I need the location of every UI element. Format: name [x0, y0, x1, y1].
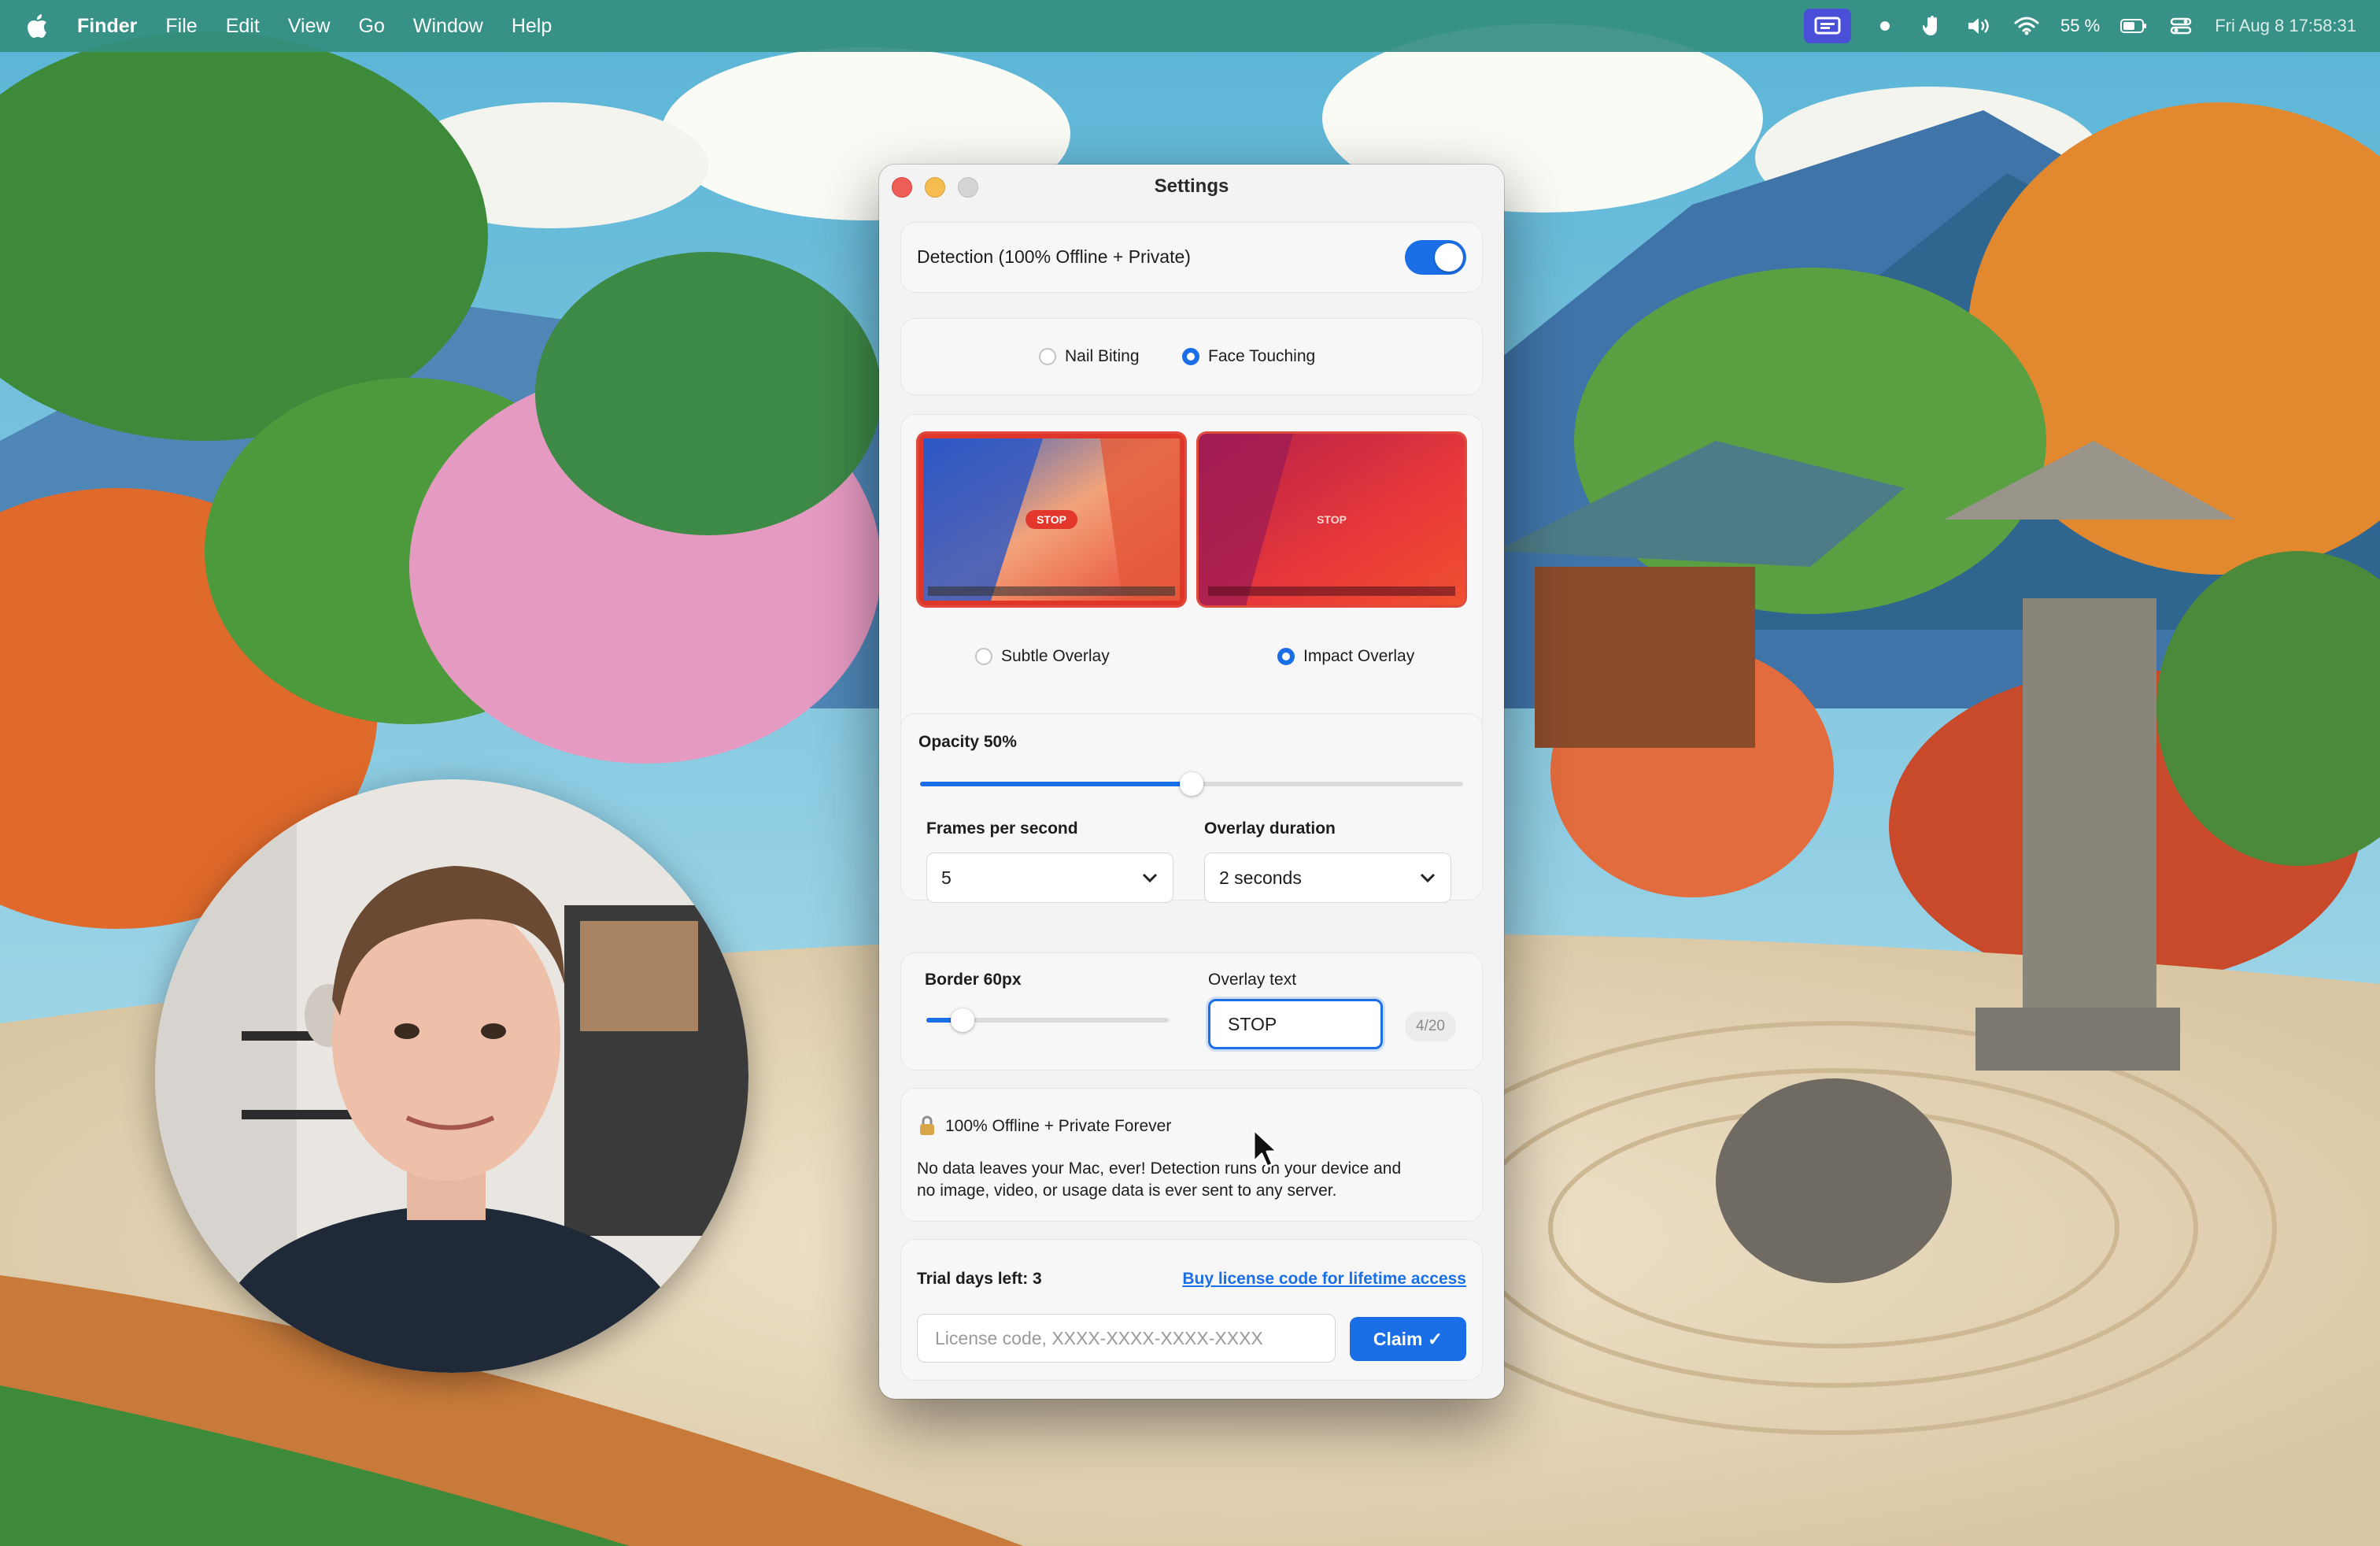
hand-icon[interactable] [1919, 14, 1946, 38]
window-titlebar[interactable]: Settings [879, 165, 1504, 209]
fps-value: 5 [941, 867, 952, 888]
cursor-icon [1252, 1128, 1279, 1168]
menu-view[interactable]: View [288, 15, 331, 38]
border-slider[interactable] [926, 1008, 1169, 1032]
fps-select[interactable]: 5 [926, 853, 1173, 903]
privacy-body-line2: no image, video, or usage data is ever s… [917, 1182, 1337, 1200]
appearance-card: Border 60px Overlay text 4/20 [901, 953, 1482, 1070]
chevron-down-icon [1420, 873, 1436, 883]
privacy-card: 100% Offline + Private Forever No data l… [901, 1089, 1482, 1221]
detection-toggle[interactable] [1405, 240, 1466, 275]
lock-icon [920, 1115, 934, 1135]
overlay-duration-value: 2 seconds [1219, 867, 1302, 888]
subtle-overlay-preview[interactable]: STOP [918, 434, 1184, 605]
subtle-preview-stop-text: STOP [1026, 510, 1077, 529]
apple-icon[interactable] [27, 13, 49, 39]
border-label: Border 60px [925, 971, 1022, 989]
impact-overlay-label[interactable]: Impact Overlay [1303, 647, 1414, 666]
detection-label: Detection (100% Offline + Private) [917, 246, 1191, 267]
settings-window: Settings Detection (100% Offline + Priva… [879, 165, 1504, 1399]
radio-subtle-overlay[interactable] [975, 648, 992, 665]
claim-button[interactable]: Claim ✓ [1350, 1317, 1466, 1361]
battery-percent: 55 % [2060, 16, 2101, 35]
border-slider-thumb[interactable] [951, 1008, 975, 1032]
webcam-video [155, 779, 748, 1373]
trial-days-label: Trial days left: 3 [917, 1270, 1042, 1288]
privacy-title: 100% Offline + Private Forever [945, 1117, 1172, 1135]
menu-help[interactable]: Help [512, 15, 552, 38]
window-title: Settings [1154, 176, 1229, 197]
privacy-body-line1: No data leaves your Mac, ever! Detection… [917, 1160, 1402, 1178]
mode-card: Nail Biting Face Touching [901, 319, 1482, 394]
impact-overlay-preview[interactable]: STOP [1199, 434, 1465, 605]
opacity-slider-fill [920, 782, 1192, 786]
radio-face-touching[interactable] [1182, 348, 1199, 365]
menu-bar: Finder File Edit View Go Window Help 55 … [0, 0, 2380, 52]
overlay-duration-select[interactable]: 2 seconds [1204, 853, 1451, 903]
overlay-text-input[interactable] [1208, 999, 1383, 1049]
close-button[interactable] [892, 177, 912, 198]
fps-label: Frames per second [926, 819, 1078, 838]
license-code-input[interactable] [917, 1314, 1336, 1363]
radio-impact-overlay[interactable] [1277, 648, 1295, 665]
menu-edit[interactable]: Edit [226, 15, 260, 38]
menu-app-name[interactable]: Finder [77, 15, 137, 38]
zoom-button[interactable] [958, 177, 978, 198]
wifi-icon[interactable] [2013, 14, 2040, 38]
record-dot-icon[interactable] [1872, 14, 1898, 38]
license-card: Trial days left: 3 Buy license code for … [901, 1240, 1482, 1380]
subtle-overlay-label[interactable]: Subtle Overlay [1001, 647, 1110, 666]
timing-card: Opacity 50% Frames per second 5 Overlay … [901, 714, 1482, 903]
overlay-duration-label: Overlay duration [1204, 819, 1336, 838]
overlay-text-counter: 4/20 [1405, 1012, 1456, 1041]
nail-biting-label[interactable]: Nail Biting [1065, 347, 1140, 366]
impact-preview-stop-text: STOP [1317, 513, 1347, 526]
buy-license-link[interactable]: Buy license code for lifetime access [1182, 1270, 1466, 1289]
chevron-down-icon [1142, 873, 1158, 883]
opacity-slider-thumb[interactable] [1180, 772, 1203, 796]
detection-card: Detection (100% Offline + Private) [901, 223, 1482, 292]
opacity-label: Opacity 50% [918, 733, 1017, 751]
minimize-button[interactable] [925, 177, 945, 198]
overlay-text-label: Overlay text [1208, 971, 1297, 989]
battery-icon[interactable] [2120, 14, 2147, 38]
webcam-bubble [155, 779, 748, 1373]
menu-go[interactable]: Go [359, 15, 385, 38]
screen-record-icon[interactable] [1804, 9, 1852, 43]
opacity-slider[interactable] [920, 772, 1463, 796]
menu-clock[interactable]: Fri Aug 8 17:58:31 [2215, 16, 2356, 36]
volume-icon[interactable] [1966, 14, 1993, 38]
menu-window[interactable]: Window [413, 15, 483, 38]
face-touching-label[interactable]: Face Touching [1208, 347, 1315, 366]
menu-file[interactable]: File [165, 15, 197, 38]
control-center-icon[interactable] [2168, 14, 2194, 38]
radio-nail-biting[interactable] [1039, 348, 1056, 365]
